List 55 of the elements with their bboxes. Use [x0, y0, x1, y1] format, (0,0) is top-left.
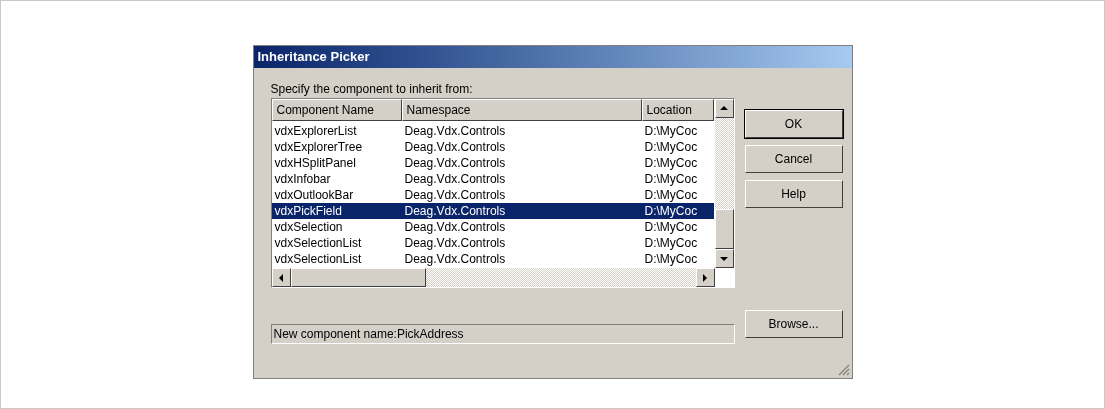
table-cell-text: Deag.Vdx.Controls	[403, 155, 507, 172]
horizontal-scrollbar[interactable]	[271, 268, 715, 287]
table-cell-text: vdxSelectionList	[273, 235, 363, 252]
table-cell-text: D:\MyCoc	[643, 155, 699, 172]
scroll-thumb[interactable]	[714, 209, 734, 250]
column-header[interactable]: Component Name	[271, 99, 402, 121]
window-title: Inheritance Picker	[257, 48, 370, 67]
dialog-button[interactable]: Help	[744, 180, 843, 208]
dialog-button[interactable]: Cancel	[744, 145, 843, 173]
table-cell-text: vdxHSplitPanel	[273, 155, 357, 172]
table-cell-text: vdxPickField	[273, 203, 343, 220]
table-cell-text: D:\MyCoc	[643, 235, 699, 252]
table-cell-text: D:\MyCoc	[643, 251, 699, 268]
table-cell-text: vdxSelectionList	[273, 251, 363, 268]
list-row[interactable]: vdxSelection Deag.Vdx.Controls D:\MyCoc	[271, 219, 714, 235]
table-cell-text: vdxExplorerList	[273, 123, 358, 140]
table-cell-text: D:\MyCoc	[643, 171, 699, 188]
list-row[interactable]: vdxExplorerList Deag.Vdx.Controls D:\MyCoc	[271, 123, 714, 139]
table-cell-text: Deag.Vdx.Controls	[403, 235, 507, 252]
table-cell-text: Deag.Vdx.Controls	[403, 251, 507, 268]
table-cell-text: Deag.Vdx.Controls	[403, 171, 507, 188]
table-cell-text: Deag.Vdx.Controls	[403, 123, 507, 140]
table-cell-text: Deag.Vdx.Controls	[403, 219, 507, 236]
table-cell-text: Deag.Vdx.Controls	[403, 203, 507, 220]
prompt-label: Specify the component to inherit from:	[270, 81, 474, 98]
column-header[interactable]: Namespace	[401, 99, 642, 121]
left-arrow-icon	[278, 273, 284, 282]
column-header[interactable]: Location	[641, 99, 714, 121]
table-cell-text: Deag.Vdx.Controls	[403, 187, 507, 204]
table-cell-text: D:\MyCoc	[643, 123, 699, 140]
right-arrow-icon	[702, 273, 708, 282]
list-row[interactable]: vdxHSplitPanel Deag.Vdx.Controls D:\MyCoc	[271, 155, 714, 171]
table-cell-text: vdxExplorerTree	[273, 139, 364, 156]
table-cell-text: Deag.Vdx.Controls	[403, 139, 507, 156]
list-row[interactable]: vdxInfobar Deag.Vdx.Controls D:\MyCoc	[271, 171, 714, 187]
up-arrow-icon	[720, 105, 728, 112]
vertical-scrollbar[interactable]	[714, 99, 734, 268]
list-row[interactable]: vdxSelectionList Deag.Vdx.Controls D:\MyCoc	[271, 251, 714, 267]
status-field: New component name:PickAddress	[270, 324, 735, 344]
table-cell-text: vdxInfobar	[273, 171, 332, 188]
table-cell-text: D:\MyCoc	[643, 187, 699, 204]
dialog-button[interactable]: OK	[744, 110, 843, 138]
table-cell-text: vdxOutlookBar	[273, 187, 355, 204]
table-cell-text: D:\MyCoc	[643, 219, 699, 236]
list-row[interactable]: vdxExplorerTree Deag.Vdx.Controls D:\MyCoc	[271, 139, 714, 155]
list-row[interactable]: vdxOutlookBar Deag.Vdx.Controls D:\MyCoc	[271, 187, 714, 203]
resize-grip-icon[interactable]	[837, 364, 850, 376]
list-row[interactable]: vdxSelectionList Deag.Vdx.Controls D:\MyCoc	[271, 235, 714, 251]
table-cell-text: D:\MyCoc	[643, 203, 699, 220]
table-cell-text: vdxSelection	[273, 219, 344, 236]
browse-button[interactable]: Browse...	[744, 310, 843, 338]
list-row[interactable]: vdxPickField Deag.Vdx.Controls D:\MyCoc	[271, 203, 714, 219]
scroll-thumb[interactable]	[290, 268, 426, 287]
down-arrow-icon	[720, 255, 728, 262]
table-cell-text: D:\MyCoc	[643, 139, 699, 156]
